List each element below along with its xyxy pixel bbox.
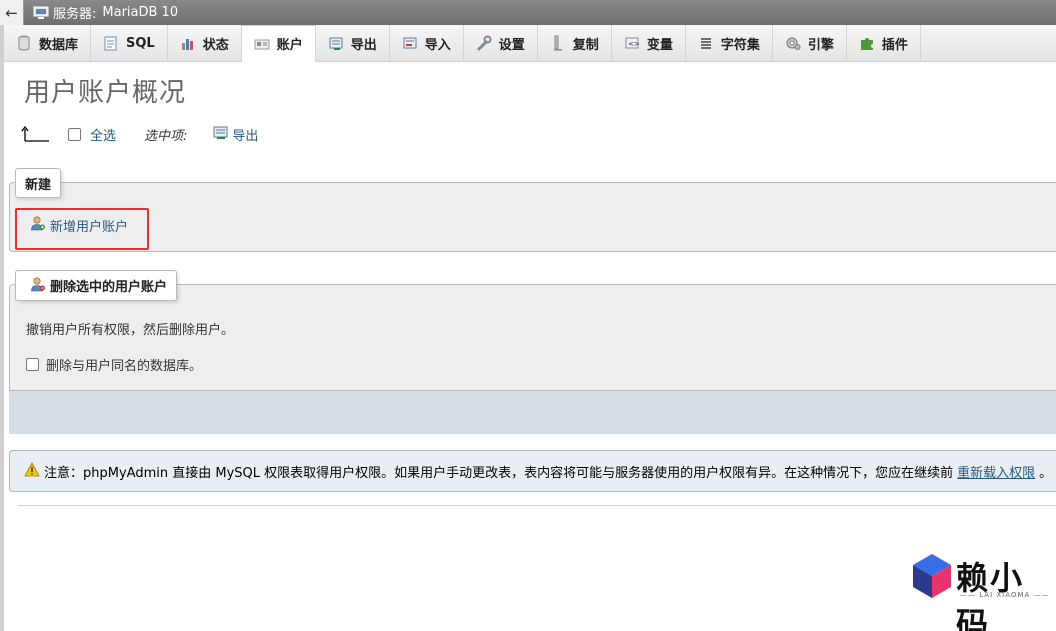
tab-accounts[interactable]: 账户 xyxy=(241,25,316,62)
engine-icon xyxy=(785,35,801,51)
tab-replication[interactable]: 复制 xyxy=(538,25,612,61)
tab-variables[interactable]: <> 变量 xyxy=(612,25,686,61)
left-edge xyxy=(0,0,4,631)
notice-message: 注意：phpMyAdmin 直接由 MySQL 权限表取得用户权限。如果用户手动… xyxy=(9,450,1056,492)
page-title: 用户账户概况 xyxy=(24,78,187,108)
revoke-description: 撤销用户所有权限，然后删除用户。 xyxy=(26,323,235,338)
arrow-ltr-icon xyxy=(20,125,50,143)
drop-db-label: 删除与用户同名的数据库。 xyxy=(46,359,203,374)
wrench-icon xyxy=(476,35,492,51)
tab-import[interactable]: 导入 xyxy=(390,25,464,61)
page: ← 服务器: MariaDB 10 数据库 SQL 状态 账户 导出 导入 设置… xyxy=(0,0,1056,631)
export-selected-label: 导出 xyxy=(232,128,259,144)
puzzle-icon xyxy=(859,35,875,51)
notice-suffix: 。 xyxy=(1039,465,1053,481)
tab-export[interactable]: 导出 xyxy=(316,25,390,61)
database-icon xyxy=(16,35,32,51)
variables-icon: <> xyxy=(624,35,640,51)
server-icon xyxy=(33,6,49,20)
drop-db-option[interactable]: 删除与用户同名的数据库。 xyxy=(26,355,202,374)
accounts-icon xyxy=(254,36,270,52)
import-icon xyxy=(402,35,418,51)
highlight-annotation-box xyxy=(15,208,149,250)
tab-charset[interactable]: 字符集 xyxy=(686,25,773,61)
new-section-legend: 新建 xyxy=(15,168,62,198)
sql-icon xyxy=(103,35,119,51)
with-selected-label: 选中项: xyxy=(144,128,188,144)
export-icon xyxy=(213,125,229,144)
charset-icon xyxy=(698,35,714,51)
select-all-checkbox[interactable] xyxy=(68,127,81,141)
delete-section-legend: 删除选中的用户账户 xyxy=(15,270,178,301)
notice-text: 注意：phpMyAdmin 直接由 MySQL 权限表取得用户权限。如果用户手动… xyxy=(44,465,954,481)
tab-engines[interactable]: 引擎 xyxy=(773,25,847,61)
server-label: 服务器: xyxy=(53,7,97,22)
watermark-logo: 赖小码 —— LAI XIAOMA —— xyxy=(912,553,1056,631)
tab-status[interactable]: 状态 xyxy=(168,25,242,61)
replication-icon xyxy=(550,35,566,51)
back-arrow-icon[interactable]: ← xyxy=(0,0,24,25)
tab-plugins[interactable]: 插件 xyxy=(847,25,921,61)
new-user-fieldset xyxy=(9,182,1056,252)
reload-privileges-link[interactable]: 重新载入权限 xyxy=(957,462,1035,481)
warning-icon xyxy=(24,461,40,481)
selection-toolbar: 全选 选中项: 导出 xyxy=(20,124,258,144)
divider xyxy=(18,505,1056,506)
delete-fieldset-footer xyxy=(9,390,1056,434)
watermark-cube-icon xyxy=(913,554,951,598)
delete-user-icon xyxy=(30,276,46,296)
status-icon xyxy=(180,35,196,51)
top-nav-tabs: 数据库 SQL 状态 账户 导出 导入 设置 复制 <> 变量 字符集 引擎 插… xyxy=(4,25,1056,62)
tab-sql[interactable]: SQL xyxy=(91,25,168,61)
drop-db-checkbox[interactable] xyxy=(26,358,39,371)
export-selected-link[interactable]: 导出 xyxy=(213,125,258,144)
watermark-subtitle: —— LAI XIAOMA —— xyxy=(960,591,1050,599)
server-name-link[interactable]: MariaDB 10 xyxy=(102,5,178,20)
tab-databases[interactable]: 数据库 xyxy=(4,25,92,61)
export-icon xyxy=(328,35,344,51)
select-all-label[interactable]: 全选 xyxy=(90,125,116,144)
server-breadcrumb-bar: ← 服务器: MariaDB 10 xyxy=(0,0,1056,25)
tab-settings[interactable]: 设置 xyxy=(464,25,538,61)
svg-text:<>: <> xyxy=(628,40,640,48)
